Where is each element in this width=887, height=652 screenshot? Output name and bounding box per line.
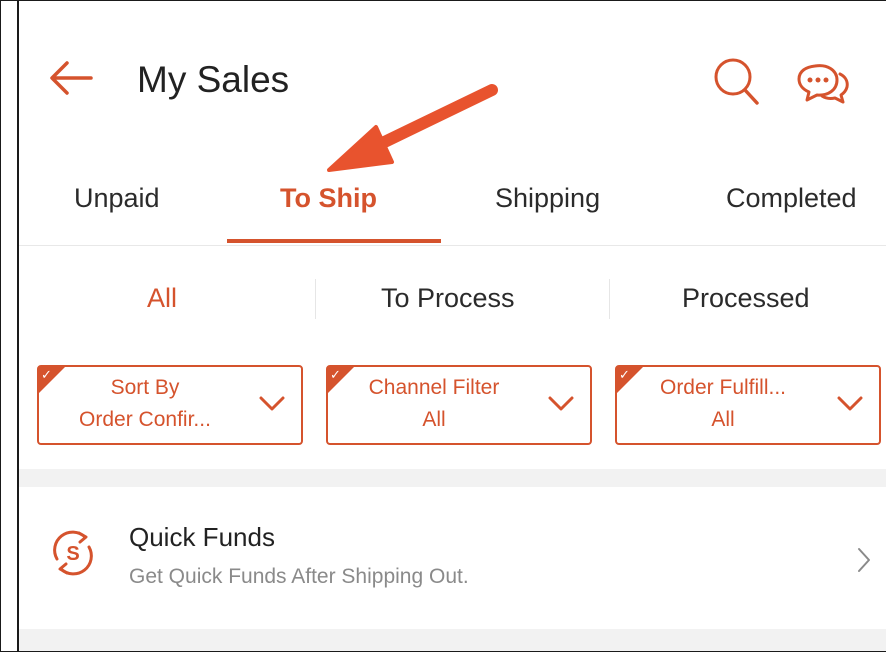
filter-label: Order Fulfill... [659, 376, 787, 399]
subtab-divider [315, 279, 316, 319]
filter-value: All [711, 408, 735, 431]
chevron-down-icon [259, 396, 285, 411]
active-tab-indicator [227, 239, 441, 243]
subtab-processed[interactable]: Processed [682, 283, 810, 314]
section-separator [19, 469, 886, 487]
filter-value: Order Confir... [79, 408, 211, 431]
quick-funds-coin-icon: S [53, 530, 93, 576]
order-fulfillment-filter[interactable]: ✓ Order Fulfill... All [615, 365, 881, 445]
section-separator [19, 629, 886, 651]
page-title: My Sales [137, 59, 290, 100]
tab-unpaid[interactable]: Unpaid [74, 183, 160, 214]
channel-filter[interactable]: ✓ Channel Filter All [326, 365, 592, 445]
quick-funds-subtitle: Get Quick Funds After Shipping Out. [129, 565, 469, 588]
subtab-divider [609, 279, 610, 319]
subtab-to-process[interactable]: To Process [381, 283, 515, 314]
filter-value: All [422, 408, 446, 431]
filter-label: Channel Filter [368, 376, 500, 399]
search-icon[interactable] [713, 57, 759, 105]
sort-by-filter[interactable]: ✓ Sort By Order Confir... [37, 365, 303, 445]
chevron-right-icon[interactable] [857, 547, 871, 573]
quick-funds-title[interactable]: Quick Funds [129, 522, 275, 553]
arrow-left-icon[interactable] [49, 59, 93, 97]
tab-to-ship[interactable]: To Ship [280, 183, 377, 214]
app-screen: My Sales Unpaid To Ship Shipping Complet… [17, 1, 886, 651]
svg-text:S: S [66, 543, 79, 565]
chat-bubble-icon[interactable] [795, 58, 851, 106]
tab-completed[interactable]: Completed [726, 183, 857, 214]
order-status-tabs: Unpaid To Ship Shipping Completed [19, 171, 886, 246]
screenshot-frame: My Sales Unpaid To Ship Shipping Complet… [0, 0, 886, 652]
chevron-down-icon [548, 396, 574, 411]
subtab-all[interactable]: All [147, 283, 177, 314]
tab-shipping[interactable]: Shipping [495, 183, 600, 214]
chevron-down-icon [837, 396, 863, 411]
filter-label: Sort By [110, 376, 180, 399]
